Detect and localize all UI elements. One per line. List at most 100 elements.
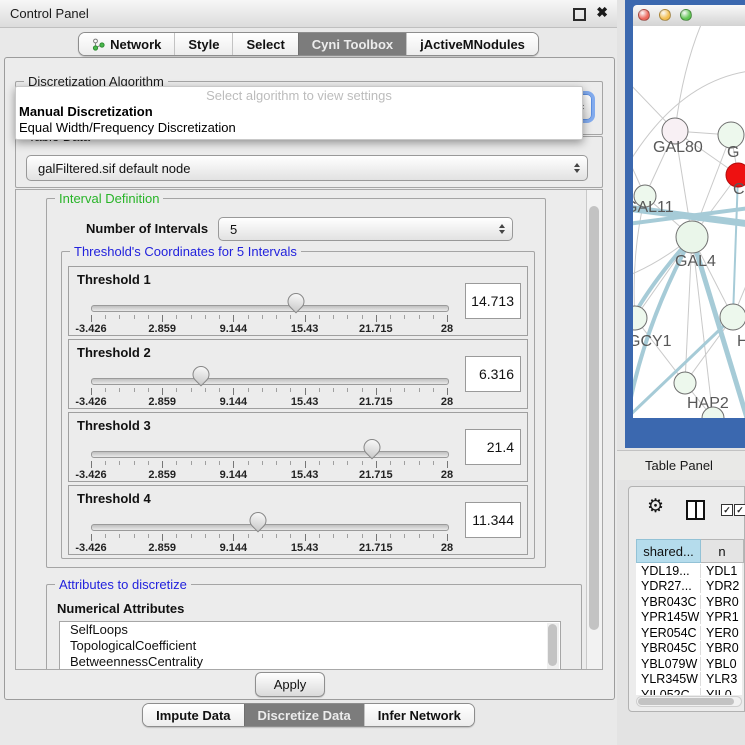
- slider-ticks: [91, 534, 447, 541]
- network-node-label: GAL4: [675, 253, 716, 270]
- gear-icon[interactable]: ⚙: [647, 496, 664, 518]
- settings-scrollbar[interactable]: [586, 190, 602, 669]
- network-node[interactable]: [676, 221, 708, 253]
- threshold-slider[interactable]: -3.4262.8599.14415.4321.71528: [91, 451, 447, 479]
- tab-label: Style: [188, 37, 219, 52]
- split-columns-icon[interactable]: [686, 500, 705, 520]
- network-node-label: GAL11: [633, 199, 674, 216]
- tick-mark: [134, 315, 135, 319]
- zoom-traffic-light-icon[interactable]: [680, 9, 692, 21]
- checkbox-icon[interactable]: ✓: [721, 504, 733, 516]
- tick-mark: [276, 388, 277, 392]
- slider-track[interactable]: [91, 451, 449, 458]
- attributes-group-title: Attributes to discretize: [55, 577, 191, 592]
- tick-mark: [276, 534, 277, 538]
- tick-mark: [404, 388, 405, 392]
- threshold-slider[interactable]: -3.4262.8599.14415.4321.71528: [91, 524, 447, 552]
- table-row[interactable]: YPR145WYPR1: [636, 610, 742, 626]
- column-header[interactable]: n: [701, 539, 744, 563]
- settings-scrollbar-thumb[interactable]: [589, 206, 599, 630]
- tick-mark: [290, 534, 291, 538]
- cell-name: YER0: [700, 626, 742, 640]
- tick-mark: [319, 315, 320, 319]
- tab-cyni-toolbox[interactable]: Cyni Toolbox: [298, 33, 406, 55]
- float-panel-icon[interactable]: [573, 8, 586, 21]
- tick-mark: [433, 461, 434, 465]
- network-node[interactable]: [633, 306, 647, 330]
- table-data-combobox[interactable]: galFiltered.sif default node: [26, 155, 588, 181]
- tab-network[interactable]: Network: [79, 33, 174, 55]
- combo-stepper-icon: [499, 224, 505, 234]
- tab-label: jActiveMNodules: [420, 37, 525, 52]
- cell-name: YIL0: [700, 688, 742, 695]
- threshold-slider[interactable]: -3.4262.8599.14415.4321.71528: [91, 305, 447, 333]
- table-row[interactable]: YBR043CYBR0: [636, 594, 742, 610]
- dropdown-placeholder: Select algorithm to view settings: [16, 87, 582, 104]
- tab-infer-network[interactable]: Infer Network: [364, 704, 474, 726]
- tick-mark: [248, 534, 249, 538]
- network-node[interactable]: [674, 372, 696, 394]
- tab-jactivemnodules[interactable]: jActiveMNodules: [406, 33, 538, 55]
- cell-shared-name: YLR345W: [636, 672, 700, 686]
- dropdown-option[interactable]: Equal Width/Frequency Discretization: [16, 120, 582, 136]
- table-hscrollbar-thumb[interactable]: [638, 698, 734, 705]
- cell-shared-name: YBR043C: [636, 595, 700, 609]
- number-of-intervals-label: Number of Intervals: [86, 221, 208, 236]
- slider-track[interactable]: [91, 524, 449, 531]
- tab-select[interactable]: Select: [232, 33, 297, 55]
- table-row[interactable]: YER054CYER0: [636, 625, 742, 641]
- table-row[interactable]: YBL079WYBL0: [636, 656, 742, 672]
- tick-label: 15.43: [291, 396, 319, 408]
- cell-shared-name: YER054C: [636, 626, 700, 640]
- tick-mark: [105, 534, 106, 538]
- number-of-intervals-combobox[interactable]: 5: [218, 217, 513, 241]
- threshold-value[interactable]: 21.4: [465, 429, 521, 465]
- list-scrollbar[interactable]: [547, 623, 559, 670]
- tab-impute-data[interactable]: Impute Data: [143, 704, 243, 726]
- tick-mark: [376, 534, 377, 541]
- list-scrollbar-thumb[interactable]: [548, 624, 557, 666]
- tick-label: 28: [441, 323, 453, 335]
- dropdown-option[interactable]: Manual Discretization: [16, 104, 582, 120]
- network-edge[interactable]: [675, 26, 703, 131]
- tab-style[interactable]: Style: [174, 33, 232, 55]
- table-hscrollbar[interactable]: [636, 696, 742, 707]
- threshold-value[interactable]: 11.344: [465, 502, 521, 538]
- tab-label: Select: [246, 37, 284, 52]
- tick-label: 2.859: [148, 542, 176, 554]
- number-of-intervals-value: 5: [230, 222, 237, 237]
- threshold-box: Threshold 2 -3.4262.8599.14415.4321.71528…: [68, 339, 528, 409]
- attribute-item[interactable]: BetweennessCentrality: [60, 654, 560, 670]
- tick-mark: [390, 461, 391, 465]
- threshold-value[interactable]: 6.316: [465, 356, 521, 392]
- column-header[interactable]: shared...: [636, 539, 701, 563]
- table-row[interactable]: YDR27...YDR2: [636, 579, 742, 595]
- network-node-label: G: [727, 144, 739, 161]
- minimize-traffic-light-icon[interactable]: [659, 9, 671, 21]
- network-node[interactable]: [720, 304, 745, 330]
- table-row[interactable]: YLR345WYLR3: [636, 672, 742, 688]
- attribute-item[interactable]: SelfLoops: [60, 622, 560, 638]
- table-row[interactable]: YBR045CYBR0: [636, 641, 742, 657]
- tick-mark: [162, 461, 163, 468]
- close-traffic-light-icon[interactable]: [638, 9, 650, 21]
- slider-track[interactable]: [91, 378, 449, 385]
- tick-label: 28: [441, 469, 453, 481]
- threshold-slider[interactable]: -3.4262.8599.14415.4321.71528: [91, 378, 447, 406]
- apply-button[interactable]: Apply: [255, 672, 325, 697]
- threshold-label: Threshold 2: [77, 345, 151, 360]
- network-canvas[interactable]: GAL80GCGAL11GAL4GCY1HHAP2: [633, 26, 745, 418]
- tick-mark: [347, 315, 348, 319]
- table-row[interactable]: YIL052CYIL0: [636, 687, 742, 695]
- tab-discretize-data[interactable]: Discretize Data: [244, 704, 364, 726]
- tick-mark: [148, 534, 149, 538]
- network-node-label: C: [733, 181, 745, 198]
- close-icon[interactable]: ✖: [596, 5, 608, 19]
- bottom-tab-group: Impute DataDiscretize DataInfer Network: [142, 703, 475, 727]
- algorithm-dropdown-popup: Select algorithm to view settings Manual…: [15, 86, 583, 140]
- attribute-item[interactable]: TopologicalCoefficient: [60, 638, 560, 654]
- table-row[interactable]: YDL19...YDL1: [636, 563, 742, 579]
- slider-track[interactable]: [91, 305, 449, 312]
- threshold-value[interactable]: 14.713: [465, 283, 521, 319]
- checkbox-icon[interactable]: ✓: [734, 504, 745, 516]
